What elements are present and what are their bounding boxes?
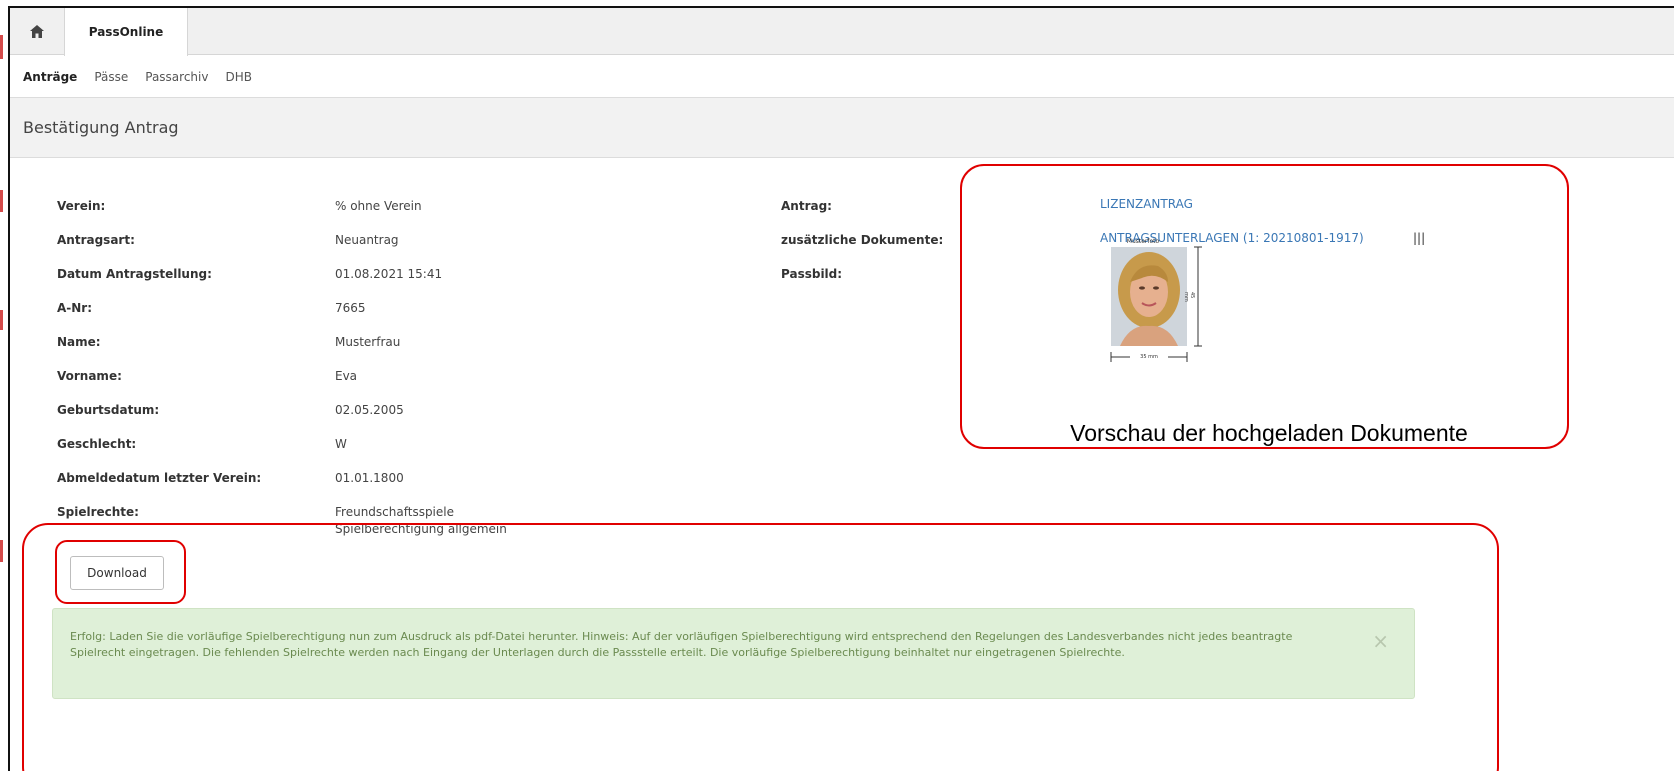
field-value-anr: 7665 <box>335 301 366 315</box>
tab-label: PassOnline <box>88 25 164 39</box>
subnav-antraege[interactable]: Anträge <box>23 70 77 84</box>
edge-mark <box>0 35 3 59</box>
app-window: PassOnline Anträge Pässe Passarchiv DHB … <box>8 6 1674 771</box>
home-icon <box>30 25 44 38</box>
annotation-text: Vorschau der hochgeladen Dokumente <box>1070 420 1468 446</box>
field-label-dokumente: zusätzliche Dokumente: <box>781 233 944 247</box>
field-label-name: Name: <box>57 335 101 349</box>
field-value-vorname: Eva <box>335 369 358 383</box>
tab-bar: PassOnline <box>10 8 1674 56</box>
field-value-antragsart: Neuantrag <box>335 233 399 247</box>
field-value-spielrechte: Freundschaftsspiele <box>335 505 454 519</box>
subnav-passarchiv[interactable]: Passarchiv <box>145 70 208 84</box>
field-label-antragsart: Antragsart: <box>57 233 135 247</box>
subnav-dhb[interactable]: DHB <box>225 70 252 84</box>
field-value-abmeldedatum: 01.01.1800 <box>335 471 404 485</box>
field-value-geschlecht: W <box>335 437 347 451</box>
annotation-box-documents <box>960 164 1569 449</box>
subnav-paesse[interactable]: Pässe <box>94 70 128 84</box>
edge-mark <box>0 190 3 212</box>
page-header: Bestätigung Antrag <box>10 98 1674 158</box>
annotation-box-lower <box>22 523 1499 771</box>
tab-passonline[interactable]: PassOnline <box>64 8 188 56</box>
field-label-vorname: Vorname: <box>57 369 122 383</box>
field-label-datum: Datum Antragstellung: <box>57 267 212 281</box>
sub-navigation: Anträge Pässe Passarchiv DHB <box>10 56 1674 98</box>
field-label-verein: Verein: <box>57 199 106 213</box>
page-title: Bestätigung Antrag <box>23 118 179 137</box>
field-value-geburtsdatum: 02.05.2005 <box>335 403 404 417</box>
field-value-verein: % ohne Verein <box>335 199 422 213</box>
field-value-datum: 01.08.2021 15:41 <box>335 267 443 281</box>
field-label-spielrechte: Spielrechte: <box>57 505 139 519</box>
field-label-geburtsdatum: Geburtsdatum: <box>57 403 160 417</box>
field-label-anr: A-Nr: <box>57 301 93 315</box>
field-value-name: Musterfrau <box>335 335 401 349</box>
field-label-passbild: Passbild: <box>781 267 843 281</box>
home-tab[interactable] <box>10 8 64 55</box>
field-label-abmeldedatum: Abmeldedatum letzter Verein: <box>57 471 262 485</box>
field-label-geschlecht: Geschlecht: <box>57 437 137 451</box>
edge-mark <box>0 540 3 562</box>
field-label-antrag: Antrag: <box>781 199 832 213</box>
edge-mark <box>0 310 3 330</box>
annotation-box-download <box>55 540 186 604</box>
